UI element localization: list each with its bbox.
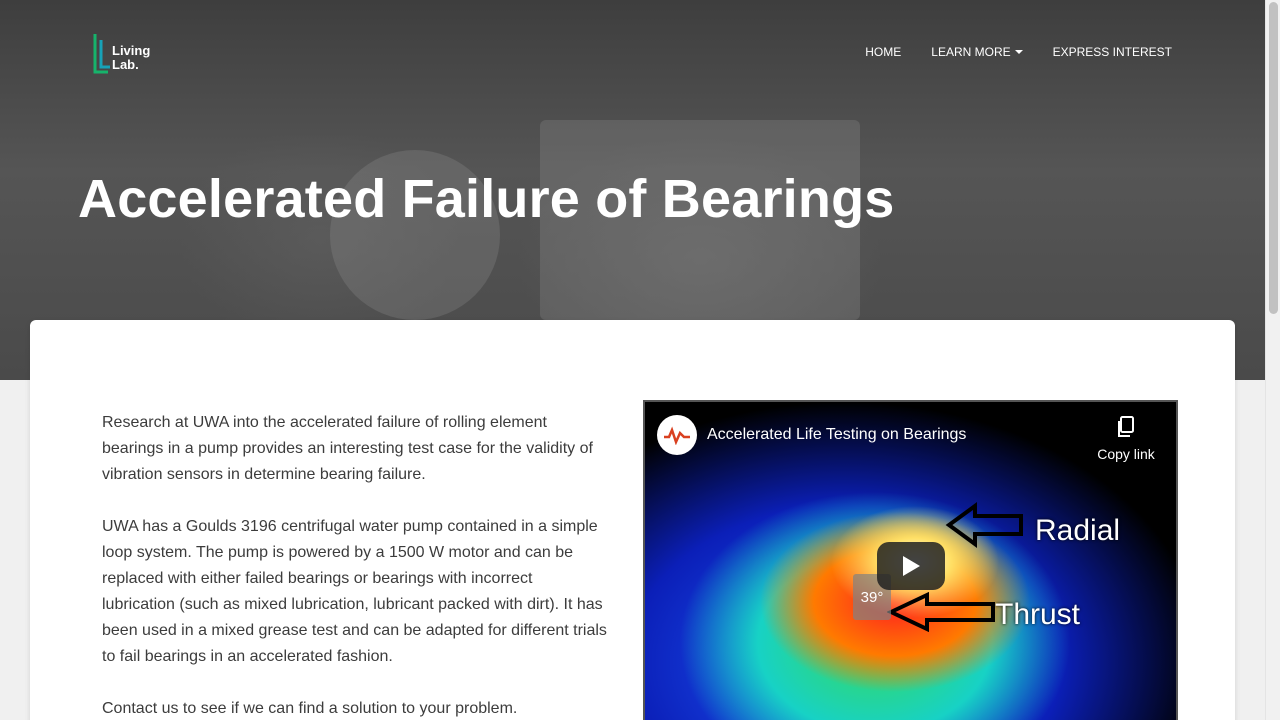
logo-line2: Lab. — [112, 57, 139, 72]
nav-home[interactable]: HOME — [865, 45, 901, 59]
video-embed[interactable]: Accelerated Life Testing on Bearings Cop… — [643, 400, 1178, 720]
nav-learn-more-label: LEARN MORE — [931, 45, 1011, 59]
nav-learn-more[interactable]: LEARN MORE — [931, 45, 1023, 59]
radial-arrow-icon — [945, 502, 1023, 548]
page-title: Accelerated Failure of Bearings — [78, 169, 895, 229]
copy-link-button[interactable]: Copy link — [1086, 416, 1166, 462]
temperature-value: 39° — [860, 588, 884, 606]
caret-down-icon — [1014, 50, 1023, 54]
scrollbar-thumb[interactable] — [1269, 2, 1278, 314]
thrust-arrow-icon — [887, 592, 995, 632]
nav-express-interest-label: EXPRESS INTEREST — [1052, 45, 1172, 59]
play-icon — [903, 556, 920, 576]
main-nav: HOME LEARN MORE EXPRESS INTEREST — [865, 45, 1172, 59]
paragraph: UWA has a Goulds 3196 centrifugal water … — [102, 518, 607, 665]
page-scrollbar[interactable] — [1265, 0, 1280, 720]
play-button[interactable] — [877, 542, 945, 590]
radial-label: Radial — [1035, 514, 1121, 547]
channel-avatar-icon[interactable] — [657, 415, 697, 455]
paragraph: Research at UWA into the accelerated fai… — [102, 414, 593, 483]
logo-text[interactable]: Living Lab. — [112, 44, 150, 72]
copy-link-icon — [1118, 416, 1134, 437]
content-card: Research at UWA into the accelerated fai… — [30, 320, 1235, 720]
nav-express-interest[interactable]: EXPRESS INTEREST — [1053, 45, 1172, 59]
thrust-label: Thrust — [995, 598, 1081, 631]
logo-line1: Living — [112, 43, 151, 58]
video-title[interactable]: Accelerated Life Testing on Bearings — [707, 426, 966, 444]
nav-home-label: HOME — [865, 45, 902, 59]
article-text: Research at UWA into the accelerated fai… — [102, 410, 607, 720]
paragraph: Contact us to see if we can find a solut… — [102, 700, 518, 717]
copy-link-label: Copy link — [1097, 446, 1155, 462]
